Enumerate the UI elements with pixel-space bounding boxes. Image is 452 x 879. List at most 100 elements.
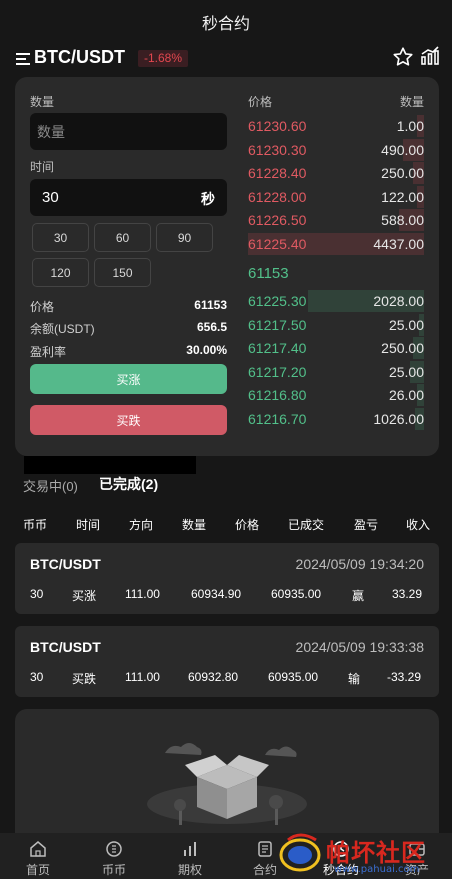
order-close-price: 60935.00 bbox=[271, 587, 322, 601]
bars-icon bbox=[184, 842, 196, 856]
time-option-30[interactable]: 30 bbox=[32, 223, 89, 252]
menu-icon[interactable] bbox=[14, 50, 34, 68]
coin-icon bbox=[106, 841, 122, 857]
orderbook-row[interactable]: 61217.20 25.00 bbox=[248, 360, 424, 383]
order-period: 30 bbox=[30, 670, 44, 684]
orderbook-row[interactable]: 61216.70 1026.00 bbox=[248, 407, 424, 430]
orderbook-qty: 122.00 bbox=[381, 188, 424, 205]
col-header-price: 价格 bbox=[235, 518, 260, 532]
col-header-amount: 数量 bbox=[182, 518, 207, 532]
watermark-url: www.pahuai.com bbox=[334, 864, 420, 875]
orderbook-row[interactable]: 61230.30 490.00 bbox=[248, 138, 424, 161]
buy-up-button[interactable]: 买涨 bbox=[30, 364, 227, 394]
orderbook-row[interactable]: 61216.80 26.00 bbox=[248, 384, 424, 406]
col-header-pnl: 盈亏 bbox=[354, 518, 379, 532]
order-direction: 买涨 bbox=[72, 589, 97, 603]
time-option-90[interactable]: 90 bbox=[156, 223, 213, 252]
orderbook-price: 61228.00 bbox=[248, 188, 307, 205]
order-symbol: BTC/USDT bbox=[30, 556, 101, 572]
orderbook-price: 61216.80 bbox=[248, 387, 307, 403]
order-open-price: 60934.90 bbox=[191, 587, 242, 601]
qty-label: 数量 bbox=[30, 95, 55, 109]
orderbook-row[interactable]: 61228.40 250.00 bbox=[248, 162, 424, 184]
doc-icon bbox=[258, 841, 272, 857]
watermark-text: 帕坏社区 bbox=[326, 838, 426, 867]
order-symbol: BTC/USDT bbox=[30, 639, 101, 655]
order-amount: 111.00 bbox=[125, 670, 160, 684]
empty-box-illustration bbox=[147, 743, 307, 825]
orderbook-qty: 25.00 bbox=[388, 316, 424, 333]
orderbook-price: 61225.40 bbox=[248, 235, 307, 252]
redaction-bar bbox=[24, 456, 196, 474]
order-direction: 买跌 bbox=[72, 672, 97, 686]
profit-rate-value: 30.00% bbox=[186, 343, 227, 357]
orderbook-qty: 1.00 bbox=[396, 118, 424, 134]
orderbook-qty: 1026.00 bbox=[373, 410, 424, 427]
order-period: 30 bbox=[30, 587, 44, 601]
order-amount: 111.00 bbox=[125, 587, 160, 601]
orderbook-price: 61228.40 bbox=[248, 165, 307, 181]
col-header-time: 时间 bbox=[76, 518, 101, 532]
order-time: 2024/05/09 19:34:20 bbox=[295, 556, 424, 572]
orderbook-price: 61217.40 bbox=[248, 340, 307, 356]
orderbook-price: 61230.30 bbox=[248, 141, 307, 158]
nav-item-coin[interactable]: 币币 bbox=[79, 833, 149, 879]
order-card[interactable]: BTC/USDT 2024/05/09 19:33:38 30 买跌 111.0… bbox=[15, 626, 439, 697]
buy-down-button[interactable]: 买跌 bbox=[30, 405, 227, 435]
orderbook-qty: 250.00 bbox=[381, 340, 424, 356]
orderbook-price: 61217.20 bbox=[248, 363, 307, 380]
orderbook-qty-header: 数量 bbox=[399, 95, 424, 109]
orderbook-price-header: 价格 bbox=[248, 95, 273, 109]
page-title-text: 秒合约 bbox=[201, 16, 250, 33]
col-header-filled: 已成交 bbox=[288, 518, 325, 532]
nav-label-home: 首页 bbox=[25, 863, 50, 877]
col-header-direction: 方向 bbox=[129, 518, 154, 532]
orderbook-last-price: 61153 bbox=[248, 265, 289, 282]
order-pnl: -33.29 bbox=[387, 670, 422, 684]
price-value: 61153 bbox=[194, 298, 227, 312]
orderbook-qty: 250.00 bbox=[381, 165, 424, 181]
nav-item-home[interactable]: 首页 bbox=[3, 833, 73, 879]
qty-input[interactable] bbox=[30, 113, 227, 150]
symbol-name[interactable]: BTC/USDT bbox=[34, 47, 125, 68]
price-label: 价格 bbox=[30, 300, 55, 314]
col-header-coin: 币币 bbox=[23, 518, 48, 532]
star-icon[interactable] bbox=[392, 46, 414, 68]
orderbook-qty: 26.00 bbox=[388, 387, 424, 403]
orderbook-qty: 25.00 bbox=[388, 363, 424, 380]
kline-chart-icon[interactable] bbox=[420, 46, 440, 66]
order-result: 赢 bbox=[352, 589, 365, 603]
balance-value: 656.5 bbox=[196, 320, 227, 334]
nav-item-options[interactable]: 期权 bbox=[155, 833, 225, 879]
order-close-price: 60935.00 bbox=[268, 670, 319, 684]
tab-trading[interactable]: 交易中(0) bbox=[23, 476, 78, 495]
order-card[interactable]: BTC/USDT 2024/05/09 19:34:20 30 买涨 111.0… bbox=[15, 543, 439, 614]
time-label: 时间 bbox=[30, 160, 55, 174]
time-unit: 秒 bbox=[201, 191, 215, 207]
time-option-150[interactable]: 150 bbox=[94, 258, 151, 287]
orderbook-row[interactable]: 61226.50 588.00 bbox=[248, 209, 424, 231]
orderbook-row[interactable]: 61225.30 2028.00 bbox=[248, 290, 424, 312]
orderbook-qty: 588.00 bbox=[381, 212, 424, 228]
orderbook-price: 61217.50 bbox=[248, 316, 307, 333]
orderbook-qty: 490.00 bbox=[381, 141, 424, 158]
empty-state bbox=[15, 709, 439, 844]
orderbook-price: 61225.30 bbox=[248, 293, 307, 309]
order-pnl: 33.29 bbox=[392, 587, 423, 601]
time-select[interactable]: 30 秒 bbox=[30, 179, 227, 216]
time-option-60[interactable]: 60 bbox=[94, 223, 151, 252]
orderbook-price: 61216.70 bbox=[248, 410, 307, 427]
nav-label-coin: 币币 bbox=[101, 863, 126, 877]
home-icon bbox=[30, 841, 46, 857]
order-result: 输 bbox=[348, 672, 361, 686]
symbol-bar: BTC/USDT -1.68% bbox=[0, 44, 452, 74]
orderbook-row[interactable]: 61217.40 250.00 bbox=[248, 337, 424, 359]
orderbook-qty: 2028.00 bbox=[373, 293, 424, 309]
balance-label: 余额(USDT) bbox=[30, 322, 95, 336]
tab-completed[interactable]: 已完成(2) bbox=[99, 474, 158, 494]
orderbook-row[interactable]: 61225.40 4437.00 bbox=[248, 232, 424, 255]
orderbook-row[interactable]: 61217.50 25.00 bbox=[248, 313, 424, 336]
orderbook-row[interactable]: 61230.60 1.00 bbox=[248, 115, 424, 137]
time-option-120[interactable]: 120 bbox=[32, 258, 89, 287]
orderbook-row[interactable]: 61228.00 122.00 bbox=[248, 185, 424, 208]
